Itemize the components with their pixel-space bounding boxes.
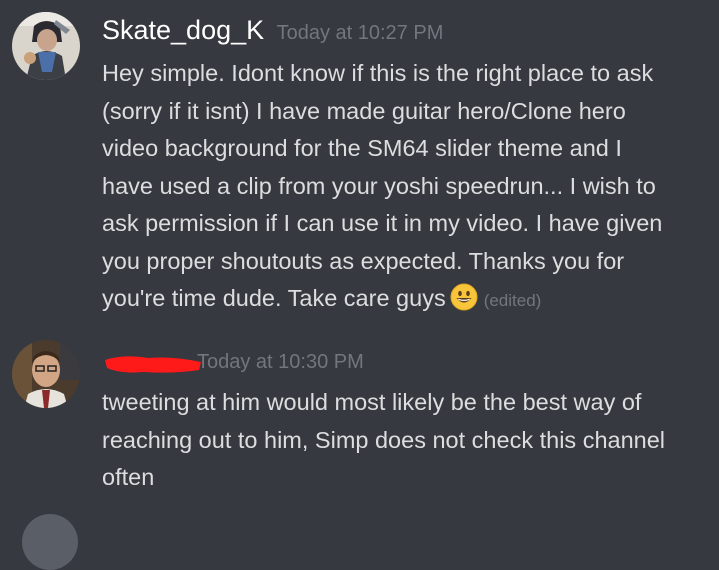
message-last-line: you're time dude. Take care guys (edited… <box>102 280 707 320</box>
message-line: have used a clip from your yoshi speedru… <box>102 172 656 199</box>
message-line: (sorry if it isnt) I have made guitar he… <box>102 97 626 124</box>
timestamp-wrap: Today at 10:30 PM <box>197 351 364 374</box>
message-line: video background for the SM64 slider the… <box>102 135 622 161</box>
message-line: tweeting at him would most likely be the… <box>102 389 642 415</box>
message-line: you're time dude. Take care guys <box>102 285 446 311</box>
message-header: Skate_dog_K Today at 10:27 PM <box>102 15 443 46</box>
message-line: ask permission if I can use it in my vid… <box>102 210 663 236</box>
timestamp: Today at 10:27 PM <box>276 22 444 44</box>
edited-label: (edited) <box>483 291 542 310</box>
message-line: often <box>102 464 155 490</box>
username[interactable]: Skate_dog_K <box>102 15 264 45</box>
message-content: tweeting at him would most likely be the… <box>102 384 707 497</box>
avatar[interactable] <box>22 514 78 570</box>
avatar-man-photo <box>12 340 80 408</box>
avatar[interactable] <box>12 340 80 408</box>
message-line: you proper shoutouts as expected. Thanks… <box>102 247 625 274</box>
message-line: Hey simple. Idont know if this is the ri… <box>102 60 654 86</box>
avatar-skater-image <box>12 12 80 80</box>
redaction-scribble <box>105 356 201 373</box>
message-line: reaching out to him, Simp does not check… <box>102 426 666 453</box>
grinning-face-emoji[interactable] <box>450 283 478 311</box>
avatar[interactable] <box>12 12 80 80</box>
timestamp: Today at 10:30 PM <box>197 351 364 373</box>
message-content: Hey simple. Idont know if this is the ri… <box>102 55 707 320</box>
